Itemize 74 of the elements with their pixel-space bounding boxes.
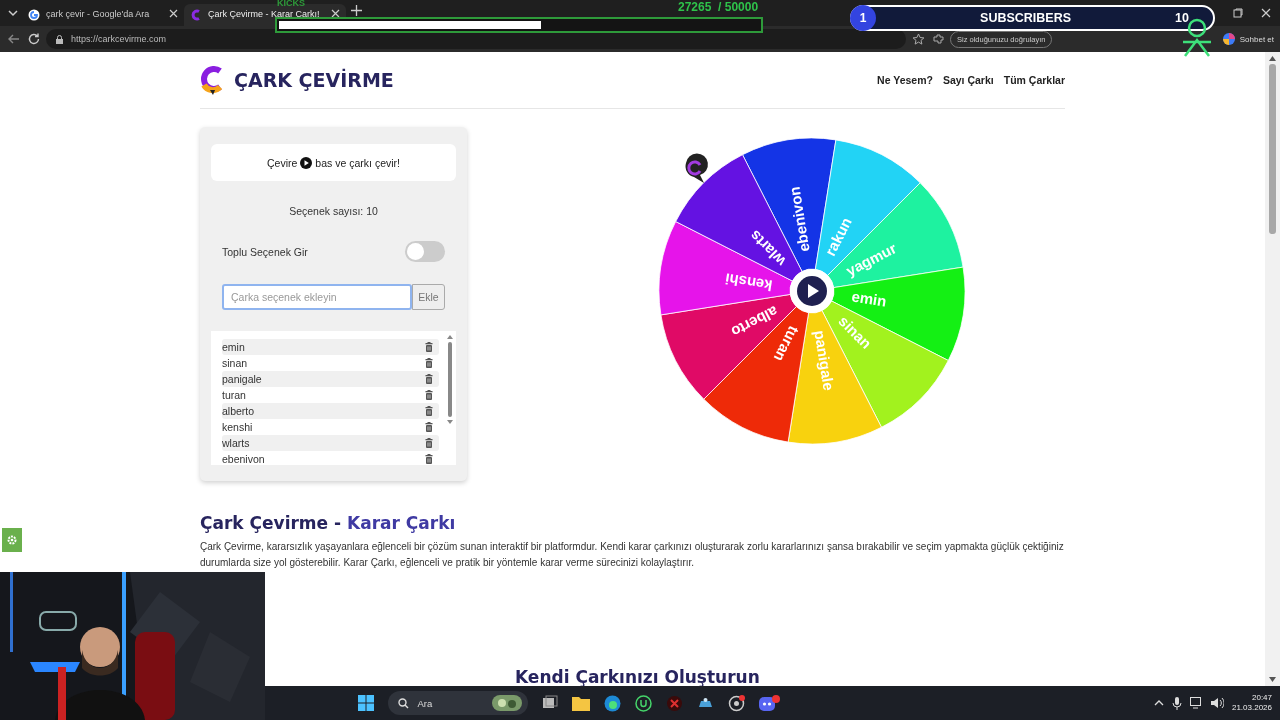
scroll-up-icon[interactable] xyxy=(1269,56,1276,61)
speaker-icon[interactable] xyxy=(1210,697,1224,709)
option-item[interactable]: sinan xyxy=(222,357,248,369)
chat-app-icon[interactable] xyxy=(759,694,782,712)
option-item[interactable]: panigale xyxy=(222,373,262,385)
toggle-switch[interactable] xyxy=(405,241,445,262)
hint-text: bas ve çarkı çevir! xyxy=(315,156,400,169)
scroll-thumb[interactable] xyxy=(448,342,452,417)
page-scrollbar[interactable] xyxy=(1265,52,1280,686)
trash-icon[interactable] xyxy=(425,358,433,368)
microphone-icon[interactable] xyxy=(1171,696,1182,710)
new-tab-icon[interactable] xyxy=(350,4,362,16)
chevron-up-icon[interactable] xyxy=(1153,698,1164,708)
star-icon[interactable] xyxy=(910,31,926,47)
nav-link[interactable]: Ne Yesem? xyxy=(877,74,933,86)
network-icon[interactable] xyxy=(1189,697,1203,709)
trash-icon[interactable] xyxy=(425,374,433,384)
scroll-up-icon[interactable] xyxy=(447,335,453,339)
extensions-icon[interactable] xyxy=(930,31,946,47)
search-icon xyxy=(398,697,410,709)
subscriber-count: 1 xyxy=(850,5,876,31)
hint-text: Çevire xyxy=(267,156,298,169)
trash-icon[interactable] xyxy=(425,454,433,464)
kicks-counter: 27265 / 50000 xyxy=(678,0,759,14)
close-icon[interactable] xyxy=(331,9,340,18)
nav-link[interactable]: Tüm Çarklar xyxy=(1003,74,1065,86)
close-icon[interactable] xyxy=(169,9,178,18)
option-item[interactable]: ebenivon xyxy=(222,453,265,465)
option-item[interactable]: turan xyxy=(222,389,246,401)
folder-icon[interactable] xyxy=(572,695,591,711)
subscriber-goal: 10 xyxy=(1175,11,1189,25)
app-icon[interactable] xyxy=(728,694,746,712)
spin-button[interactable] xyxy=(790,269,834,313)
chat-button[interactable]: Sohbet et xyxy=(1221,32,1274,46)
site-logo[interactable]: ÇARK ÇEVİRME xyxy=(234,69,394,91)
play-icon xyxy=(300,156,313,169)
chat-icon xyxy=(1221,32,1236,46)
trash-icon[interactable] xyxy=(425,406,433,416)
trash-icon[interactable] xyxy=(425,390,433,400)
taskbar-search[interactable]: Ara xyxy=(388,691,529,715)
trash-icon[interactable] xyxy=(425,342,433,352)
add-button[interactable]: Ekle xyxy=(412,284,445,310)
subscribers-label: SUBSCRIBERS xyxy=(979,11,1073,25)
article-title: Çark Çevirme - Karar Çarkı xyxy=(200,513,457,533)
site-icon xyxy=(190,9,202,21)
bulk-input-label: Toplu Seçenek Gir xyxy=(222,245,308,258)
task-view-icon[interactable] xyxy=(542,695,559,711)
option-item[interactable]: wlarts xyxy=(222,437,250,449)
app-icon[interactable] xyxy=(635,694,653,712)
pointer-icon xyxy=(685,153,708,183)
scroll-down-icon[interactable] xyxy=(1269,677,1276,682)
article-text: Çark Çevirme, kararsızlık yaşayanlara eğlenceli bir çözüm sunan interaktif bir platformdur. Kendi karar çarkınızı oluşturarak zorlu kararlarınızı şansa bırakabilir ve seçim yapmakta güçlük çektiğiniz durumlarda size yol gösterebilir. Karar Çarkı, eğlenceli ve pratik bir yöntemle karar verme sürecinizi kolaylaştırır. xyxy=(200,540,1065,570)
trash-icon[interactable] xyxy=(425,422,433,432)
logo-icon xyxy=(200,65,224,95)
reload-icon[interactable] xyxy=(26,31,42,47)
site-icon xyxy=(28,9,40,21)
option-input[interactable]: Çarka seçenek ekleyin xyxy=(222,284,412,310)
option-item[interactable]: kenshi xyxy=(222,421,253,433)
search-highlight-icon xyxy=(492,695,523,711)
option-count: Seçenek sayısı: 10 xyxy=(288,205,379,217)
nav-link[interactable]: Sayı Çarkı xyxy=(942,74,994,86)
option-item[interactable]: emin xyxy=(222,341,245,353)
browser-icon[interactable] xyxy=(604,694,622,712)
gear-icon xyxy=(6,534,18,546)
gear-button[interactable] xyxy=(2,528,22,552)
scroll-down-icon[interactable] xyxy=(447,420,453,424)
clock[interactable]: 20:47 21.03.2026 xyxy=(1231,693,1272,713)
browser-tab[interactable]: çark çevir - Google'da Ara xyxy=(22,4,184,26)
option-item[interactable]: alberto xyxy=(222,405,255,417)
start-icon[interactable] xyxy=(358,695,375,711)
section-heading: Kendi Çarkınızı Oluşturun xyxy=(515,667,761,686)
scroll-thumb[interactable] xyxy=(1269,64,1276,234)
trash-icon[interactable] xyxy=(425,438,433,448)
lock-icon[interactable] xyxy=(54,33,65,45)
